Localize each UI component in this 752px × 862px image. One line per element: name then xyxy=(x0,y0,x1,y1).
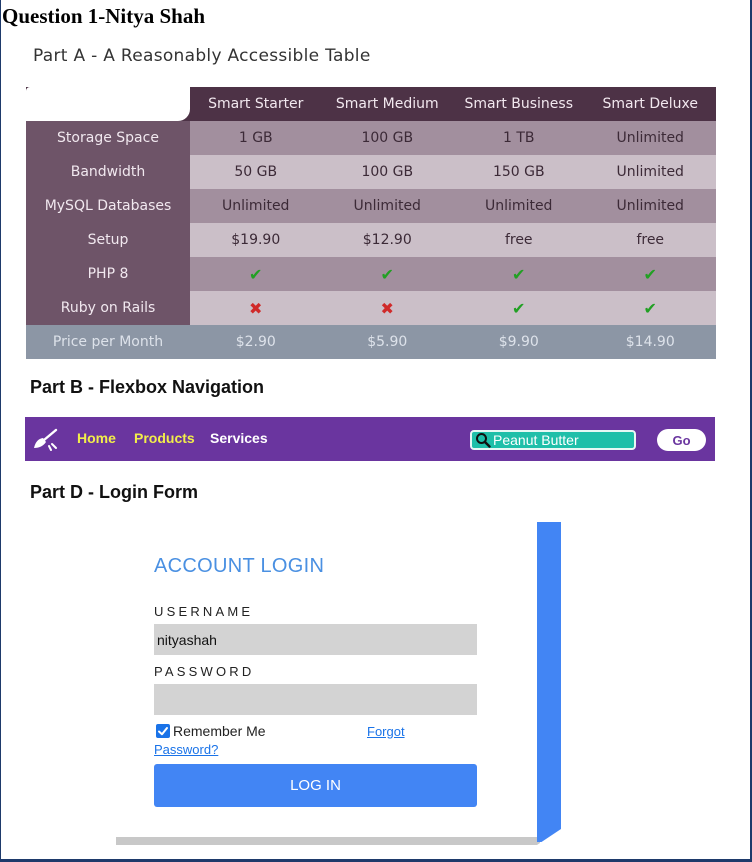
login-button[interactable]: LOG IN xyxy=(154,764,477,807)
page-border-left xyxy=(0,0,1,862)
table-row: MySQL Databases Unlimited Unlimited Unli… xyxy=(26,189,716,223)
table-row: Bandwidth 50 GB 100 GB 150 GB Unlimited xyxy=(26,155,716,189)
search-input[interactable] xyxy=(491,432,633,448)
table-cell: 1 TB xyxy=(453,121,585,155)
flexbox-navbar: Home Products Services Go xyxy=(25,417,715,461)
table-row: Setup $19.90 $12.90 free free xyxy=(26,223,716,257)
go-button[interactable]: Go xyxy=(657,429,706,451)
password-field[interactable] xyxy=(154,684,477,715)
login-card-accent xyxy=(537,522,561,842)
table-cell: Unlimited xyxy=(584,189,716,223)
table-cell: free xyxy=(584,223,716,257)
row-label: Storage Space xyxy=(26,121,190,155)
price-cell: $2.90 xyxy=(190,325,322,359)
price-cell: $14.90 xyxy=(584,325,716,359)
footer-label: Price per Month xyxy=(26,325,190,359)
part-b-title: Part B - Flexbox Navigation xyxy=(30,377,265,397)
row-label: PHP 8 xyxy=(26,257,190,291)
table-row: Ruby on Rails ✖ ✖ ✔ ✔ xyxy=(26,291,716,325)
cross-icon: ✖ xyxy=(380,298,394,318)
login-heading: ACCOUNT LOGIN xyxy=(154,555,325,577)
table-cell: 100 GB xyxy=(321,155,453,189)
column-header: Smart Deluxe xyxy=(584,87,716,121)
cross-icon: ✖ xyxy=(249,298,263,318)
remember-me-checkbox[interactable] xyxy=(156,724,170,738)
column-header: Smart Starter xyxy=(190,87,322,121)
table-cell: Unlimited xyxy=(584,121,716,155)
price-cell: $9.90 xyxy=(453,325,585,359)
nav-link-services[interactable]: Services xyxy=(210,430,268,446)
table-row: PHP 8 ✔ ✔ ✔ ✔ xyxy=(26,257,716,291)
table-row: Storage Space 1 GB 100 GB 1 TB Unlimited xyxy=(26,121,716,155)
table-cell: $19.90 xyxy=(190,223,322,257)
table-cell: Unlimited xyxy=(453,189,585,223)
table-cell: Unlimited xyxy=(190,189,322,223)
password-label: PASSWORD xyxy=(154,664,255,679)
search-icon xyxy=(475,432,491,448)
page-title: Question 1-Nitya Shah xyxy=(2,4,206,28)
username-field[interactable] xyxy=(154,624,477,655)
login-card-accent-corner xyxy=(537,829,561,845)
table-header-row: Smart Starter Smart Medium Smart Busines… xyxy=(26,87,716,121)
broom-icon[interactable] xyxy=(32,427,58,451)
row-label: Setup xyxy=(26,223,190,257)
remember-me[interactable]: Remember Me xyxy=(156,723,266,739)
table-corner xyxy=(26,87,190,121)
checkmark-icon xyxy=(158,727,168,736)
pricing-table: Smart Starter Smart Medium Smart Busines… xyxy=(26,87,716,359)
forgot-link[interactable]: Forgot xyxy=(367,724,405,739)
table-cell: 50 GB xyxy=(190,155,322,189)
row-label: Ruby on Rails xyxy=(26,291,190,325)
check-icon: ✔ xyxy=(512,264,526,284)
table-footer-row: Price per Month $2.90 $5.90 $9.90 $14.90 xyxy=(26,325,716,359)
row-label: Bandwidth xyxy=(26,155,190,189)
part-d-title: Part D - Login Form xyxy=(30,482,198,502)
check-icon: ✔ xyxy=(249,264,263,284)
table-cell: Unlimited xyxy=(584,155,716,189)
nav-link-products[interactable]: Products xyxy=(134,430,195,446)
username-label: USERNAME xyxy=(154,604,254,619)
part-a-title: Part A - A Reasonably Accessible Table xyxy=(33,46,371,66)
column-header: Smart Business xyxy=(453,87,585,121)
forgot-password-link[interactable]: Password? xyxy=(154,742,218,757)
row-label: MySQL Databases xyxy=(26,189,190,223)
column-header: Smart Medium xyxy=(321,87,453,121)
table-cell: Unlimited xyxy=(321,189,453,223)
table-cell: free xyxy=(453,223,585,257)
check-icon: ✔ xyxy=(380,264,394,284)
search-box[interactable] xyxy=(470,430,636,450)
price-cell: $5.90 xyxy=(321,325,453,359)
check-icon: ✔ xyxy=(643,264,657,284)
login-card-shadow xyxy=(116,837,540,845)
table-cell: 150 GB xyxy=(453,155,585,189)
remember-me-label: Remember Me xyxy=(173,723,266,739)
check-icon: ✔ xyxy=(643,298,657,318)
table-cell: $12.90 xyxy=(321,223,453,257)
table-cell: 100 GB xyxy=(321,121,453,155)
check-icon: ✔ xyxy=(512,298,526,318)
nav-link-home[interactable]: Home xyxy=(77,430,116,446)
table-cell: 1 GB xyxy=(190,121,322,155)
